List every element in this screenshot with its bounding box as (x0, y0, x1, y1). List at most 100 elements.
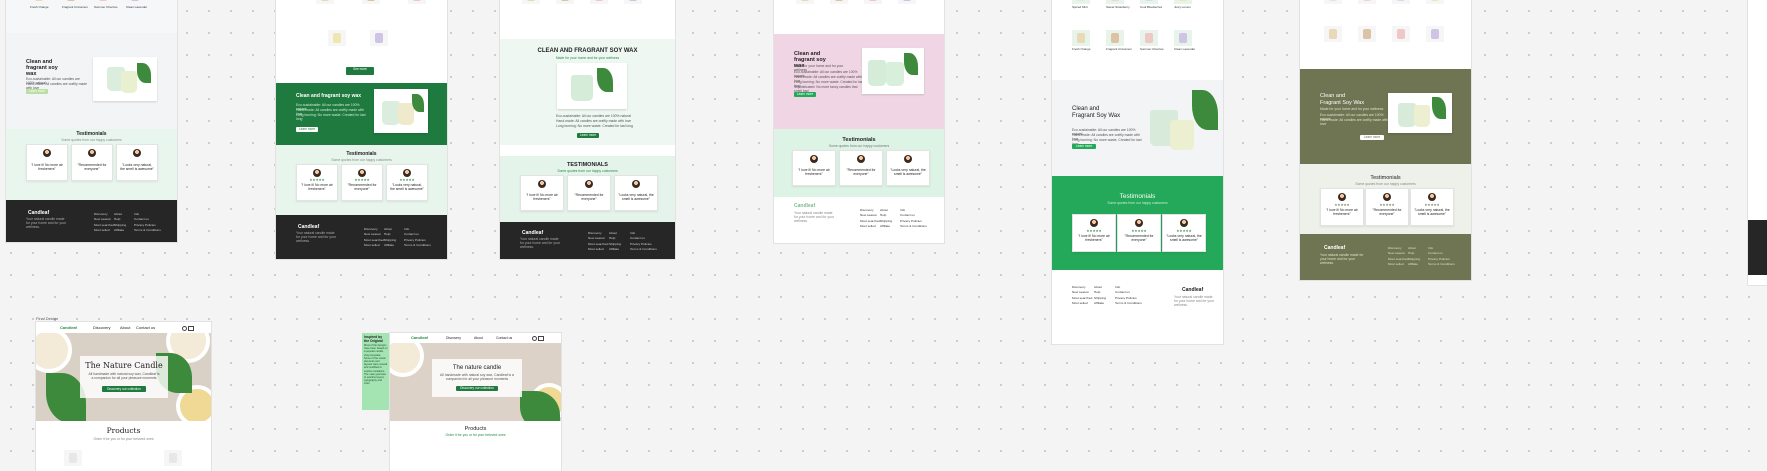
product-card[interactable] (328, 30, 346, 46)
footer-link[interactable]: Terms & Conditions (900, 224, 927, 229)
product-card[interactable] (362, 0, 380, 4)
user-icon[interactable] (182, 326, 187, 331)
product-card[interactable]: Juicy Lemon (1174, 0, 1192, 9)
footer-column: Discovery New season Most searched Most sel… (364, 227, 384, 249)
avatar (857, 155, 865, 163)
product-name: Spiced Mint (1072, 5, 1088, 9)
product-card[interactable]: Fresh Orange (1072, 30, 1091, 51)
product-card[interactable] (1358, 26, 1376, 42)
see-more-button[interactable]: See more (346, 67, 374, 75)
cart-icon[interactable] (188, 326, 194, 331)
testimonials-title: Testimonials (1370, 175, 1401, 181)
footer-logo[interactable]: Candleaf (522, 230, 543, 236)
product-name: Fresh Orange (30, 5, 49, 9)
hero-section: Clean and Fragrant Soy Wax Eco-sustainab… (1052, 80, 1223, 176)
product-card[interactable]: Cool Blueberries (1140, 0, 1162, 9)
product-card[interactable] (898, 0, 916, 4)
footer-link[interactable]: Affiliate (1408, 262, 1420, 267)
header-logo[interactable]: Candleaf (60, 325, 77, 330)
learn-more-button[interactable]: Learn more (1360, 135, 1384, 140)
product-card[interactable] (1426, 26, 1444, 42)
discovery-collection-button[interactable]: Discovery our collection (102, 386, 146, 392)
landing-frame-1: Candleaf Discovery About Contact us The … (36, 322, 211, 471)
nav-link-discovery[interactable]: Discovery (446, 336, 461, 340)
testimonial-card: ★★★★★ "Looks very natural, the smell is a… (1410, 188, 1454, 226)
footer-link[interactable]: Affiliate (384, 243, 396, 248)
avatar (1135, 219, 1143, 227)
product-card[interactable]: Sweet Strawberry (1106, 0, 1130, 9)
product-card[interactable]: Fragrant Cinnamon (62, 0, 88, 9)
product-card[interactable] (1324, 26, 1342, 42)
footer-link[interactable]: Most selled (364, 243, 384, 248)
footer-link[interactable]: Most selled (1072, 301, 1092, 306)
product-card[interactable] (1392, 26, 1410, 42)
header-logo[interactable]: Candleaf (411, 335, 428, 340)
product-card[interactable] (64, 450, 82, 466)
discovery-collection-button[interactable]: Discovery our collection (456, 386, 498, 391)
learn-more-button[interactable]: Learn more (1072, 144, 1096, 149)
learn-more-button[interactable]: Learn more (794, 92, 816, 97)
nav-link-about[interactable]: About (120, 325, 130, 330)
nav-link-discovery[interactable]: Discovery (93, 325, 111, 330)
user-icon[interactable] (532, 336, 537, 341)
nav-link-about[interactable]: About (474, 336, 483, 340)
footer-logo[interactable]: Candleaf (1182, 287, 1203, 293)
product-card[interactable]: Summer Cherries (1140, 30, 1164, 51)
product-card[interactable] (556, 0, 574, 4)
product-card[interactable] (316, 0, 334, 4)
hero-subtitle: Made for your home and for your wellness (555, 56, 620, 60)
footer-logo[interactable]: Candleaf (28, 210, 49, 216)
footer-link[interactable]: Affiliate (114, 228, 126, 233)
learn-more-button[interactable]: Learn more (577, 133, 599, 138)
footer-logo[interactable]: Candleaf (1324, 245, 1345, 251)
testimonial-quote: "I love it! No more air fresheners" (1326, 208, 1358, 217)
footer-column: Discovery New season Most searched Most sel… (94, 212, 114, 234)
product-card[interactable] (864, 0, 882, 4)
product-card[interactable]: Fresh Orange (30, 0, 49, 9)
learn-more-button[interactable]: Learn more (296, 127, 318, 132)
product-card[interactable] (796, 0, 814, 4)
testimonial-quote: "I love it! No more air fresheners" (31, 163, 63, 172)
cart-icon[interactable] (538, 336, 544, 341)
hero-bullet: Long burning: No more waste. Created for… (556, 124, 633, 128)
product-card[interactable]: Clean Lavender (1174, 30, 1195, 51)
footer-column: Discovery New season Most searched Most sel… (1388, 246, 1408, 268)
testimonial-card: ★★★★★ "Looks very natural, the smell is a… (1162, 214, 1206, 252)
nav-link-contact[interactable]: Contact us (136, 325, 155, 330)
product-card[interactable] (1358, 0, 1376, 4)
footer-link[interactable]: Most selled (94, 228, 114, 233)
designer-note: Inspired by the Original Most of the des… (362, 333, 390, 410)
product-card[interactable] (370, 30, 388, 46)
product-card[interactable] (522, 0, 540, 4)
footer-link[interactable]: Most selled (860, 224, 880, 229)
product-card[interactable]: Spiced Mint (1072, 0, 1090, 9)
product-card[interactable] (830, 0, 848, 4)
footer-link[interactable]: Terms & Conditions (1428, 262, 1455, 267)
product-card[interactable] (1392, 0, 1410, 4)
footer-link[interactable]: Terms & Conditions (134, 228, 161, 233)
footer-link[interactable]: Terms & Conditions (404, 243, 431, 248)
footer-link[interactable]: Most selled (1388, 262, 1408, 267)
footer-link[interactable]: Most selled (588, 247, 608, 252)
product-card[interactable]: Fragrant Cinnamon (1106, 30, 1132, 51)
footer-link[interactable]: Terms & Conditions (1115, 301, 1142, 306)
product-card[interactable]: Summer Cherries (94, 0, 118, 9)
rating-stars: ★★★★★ (1379, 203, 1395, 207)
footer-link[interactable]: Affiliate (609, 247, 621, 252)
nav-link-contact[interactable]: Contact us (496, 336, 512, 340)
testimonial-quote: "Looks very natural, the smell is awesom… (618, 193, 654, 202)
product-card[interactable] (1324, 0, 1342, 4)
product-card[interactable] (624, 0, 642, 4)
footer-logo[interactable]: Candleaf (794, 203, 815, 209)
footer-link[interactable]: Affiliate (880, 224, 892, 229)
product-card[interactable] (590, 0, 608, 4)
footer-column: About Help Shipping Affiliate (384, 227, 396, 249)
learn-more-button[interactable]: Learn more (26, 89, 48, 94)
product-card[interactable] (164, 450, 182, 466)
footer-logo[interactable]: Candleaf (298, 224, 319, 230)
footer-link[interactable]: Terms & Conditions (630, 247, 657, 252)
product-card[interactable]: Clean Lavender (126, 0, 147, 9)
footer-link[interactable]: Affiliate (1094, 301, 1106, 306)
product-card[interactable] (1426, 0, 1444, 4)
product-card[interactable] (408, 0, 426, 4)
